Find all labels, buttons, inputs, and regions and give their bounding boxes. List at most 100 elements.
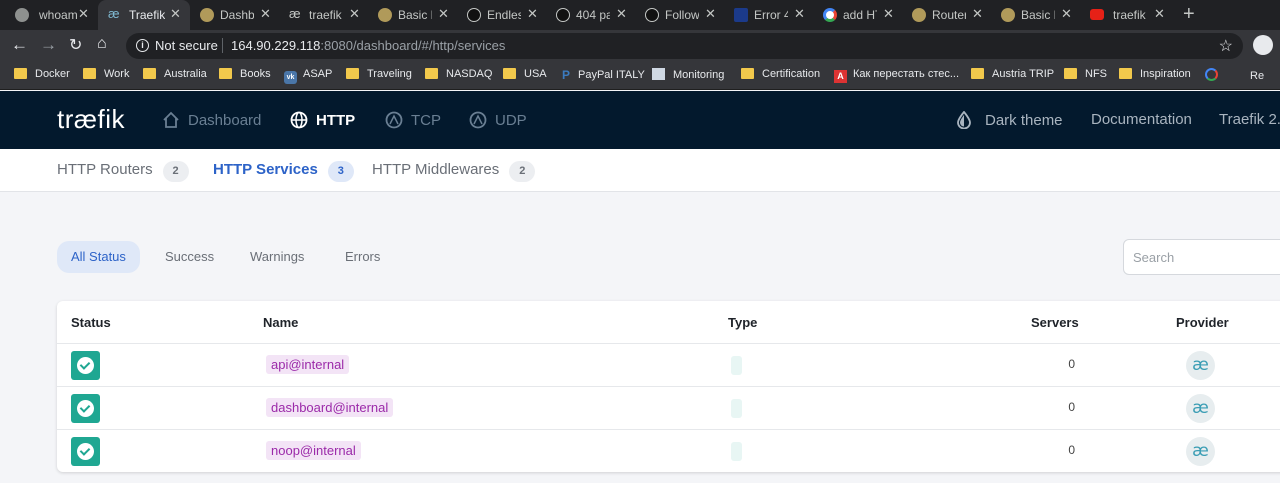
bookmark-item[interactable]: Books bbox=[219, 68, 271, 80]
reload-icon[interactable]: ↻ bbox=[69, 35, 82, 55]
tab-http-middlewares[interactable]: HTTP Middlewares 2 bbox=[372, 161, 536, 182]
tab-title: traefik bbox=[309, 8, 342, 22]
close-icon[interactable]: ✕ bbox=[438, 6, 449, 22]
bookmark-label: Books bbox=[240, 68, 271, 80]
tab-label: HTTP Routers bbox=[57, 161, 153, 178]
table-row[interactable]: noop@internal 0 æ bbox=[57, 429, 1280, 472]
bookmark-item[interactable]: NASDAQ bbox=[425, 68, 492, 80]
bookmark-item[interactable]: A Как перестать стес... bbox=[834, 68, 959, 83]
nav-label: HTTP bbox=[316, 112, 356, 129]
bookmark-item[interactable]: Certification bbox=[741, 68, 820, 80]
close-icon[interactable]: ✕ bbox=[616, 6, 627, 22]
browser-tab[interactable]: Basic E ✕ bbox=[368, 0, 457, 30]
dark-theme-toggle[interactable]: Dark theme bbox=[955, 111, 1063, 129]
bookmark-item[interactable]: vk ASAP bbox=[284, 68, 332, 84]
gopher-icon bbox=[378, 8, 392, 22]
browser-tab[interactable]: whoam ✕ bbox=[0, 0, 98, 30]
close-icon[interactable]: ✕ bbox=[1061, 6, 1072, 22]
new-tab-button[interactable]: + bbox=[1183, 3, 1195, 26]
header-name[interactable]: Name bbox=[263, 315, 298, 330]
close-icon[interactable]: ✕ bbox=[794, 6, 805, 22]
bookmark-item[interactable]: P PayPal ITALY bbox=[562, 68, 645, 82]
bookmark-item[interactable]: Inspiration bbox=[1119, 68, 1191, 80]
count-badge: 3 bbox=[327, 161, 354, 182]
browser-tab[interactable]: 404 pa ✕ bbox=[546, 0, 635, 30]
status-success-badge bbox=[71, 394, 100, 423]
close-icon[interactable]: ✕ bbox=[170, 6, 181, 22]
close-icon[interactable]: ✕ bbox=[1154, 6, 1165, 22]
browser-tab-active[interactable]: æ Traefik ✕ bbox=[98, 0, 190, 30]
search-input[interactable] bbox=[1123, 239, 1280, 275]
browser-tab[interactable]: add HT ✕ bbox=[813, 0, 902, 30]
header-provider[interactable]: Provider bbox=[1176, 315, 1229, 330]
traefik-provider-icon: æ bbox=[1186, 394, 1215, 423]
filter-all-status[interactable]: All Status bbox=[57, 241, 140, 273]
bookmark-label: NASDAQ bbox=[446, 68, 493, 80]
bookmark-item[interactable]: Austria TRIP bbox=[971, 68, 1054, 80]
browser-tab[interactable]: traefik ✕ bbox=[1080, 0, 1172, 30]
count-badge: 2 bbox=[509, 161, 536, 182]
folder-icon bbox=[83, 68, 96, 79]
nav-udp[interactable]: UDP bbox=[469, 111, 527, 129]
close-icon[interactable]: ✕ bbox=[527, 6, 538, 22]
documentation-link[interactable]: Documentation bbox=[1091, 111, 1192, 128]
site-favicon-icon bbox=[556, 8, 570, 22]
nav-http[interactable]: HTTP bbox=[290, 111, 355, 129]
back-arrow-icon[interactable]: ← bbox=[11, 35, 28, 55]
tab-http-services[interactable]: HTTP Services 3 bbox=[213, 161, 354, 182]
bookmark-item[interactable]: NFS bbox=[1064, 68, 1107, 80]
check-circle-icon bbox=[77, 400, 94, 417]
service-type-chip bbox=[731, 442, 742, 461]
table-row[interactable]: api@internal 0 æ bbox=[57, 343, 1280, 386]
nav-tcp[interactable]: TCP bbox=[385, 111, 441, 129]
bookmark-item[interactable]: Re bbox=[1205, 68, 1264, 82]
bookmark-item[interactable]: Australia bbox=[143, 68, 207, 80]
bookmark-item[interactable]: Docker bbox=[14, 68, 70, 80]
filter-errors[interactable]: Errors bbox=[331, 241, 394, 273]
status-success-badge bbox=[71, 437, 100, 466]
service-name: api@internal bbox=[266, 355, 350, 374]
header-type[interactable]: Type bbox=[728, 315, 757, 330]
info-icon[interactable]: i bbox=[136, 39, 149, 52]
browser-tab[interactable]: Error 4 ✕ bbox=[724, 0, 813, 30]
address-bar[interactable]: i Not secure 164.90.229.118:8080/dashboa… bbox=[126, 33, 1243, 59]
bookmark-item[interactable]: Traveling bbox=[346, 68, 412, 80]
nav-dashboard[interactable]: Dashboard bbox=[162, 111, 261, 129]
browser-tab[interactable]: æ traefik ✕ bbox=[279, 0, 368, 30]
browser-tab[interactable]: Follow ✕ bbox=[635, 0, 724, 30]
tab-label: HTTP Services bbox=[213, 161, 318, 178]
incognito-profile-icon[interactable] bbox=[1253, 35, 1273, 55]
close-icon[interactable]: ✕ bbox=[972, 6, 983, 22]
bookmarks-bar: Docker Work Australia Books vk ASAP Trave… bbox=[0, 62, 1280, 90]
browser-tab[interactable]: Endles ✕ bbox=[457, 0, 546, 30]
browser-tab[interactable]: Router ✕ bbox=[902, 0, 991, 30]
header-servers[interactable]: Servers bbox=[1031, 315, 1079, 330]
gopher-icon bbox=[912, 8, 926, 22]
server-count: 0 bbox=[1068, 400, 1075, 414]
folder-icon bbox=[143, 68, 156, 79]
bookmark-item[interactable]: USA bbox=[503, 68, 547, 80]
globe-icon bbox=[290, 111, 308, 129]
tab-http-routers[interactable]: HTTP Routers 2 bbox=[57, 161, 189, 182]
site-favicon-icon bbox=[467, 8, 481, 22]
folder-icon bbox=[503, 68, 516, 79]
table-row[interactable]: dashboard@internal 0 æ bbox=[57, 386, 1280, 429]
nav-label: UDP bbox=[495, 112, 527, 129]
close-icon[interactable]: ✕ bbox=[705, 6, 716, 22]
bookmark-item[interactable]: Monitoring bbox=[652, 68, 724, 81]
home-icon[interactable]: ⌂ bbox=[97, 35, 107, 53]
traefik-logo[interactable]: træfik bbox=[57, 104, 125, 135]
browser-tab[interactable]: Basic E ✕ bbox=[991, 0, 1080, 30]
filter-warnings[interactable]: Warnings bbox=[236, 241, 318, 273]
bookmark-item[interactable]: Work bbox=[83, 68, 129, 80]
header-status[interactable]: Status bbox=[71, 315, 111, 330]
browser-tab[interactable]: Dashb ✕ bbox=[190, 0, 279, 30]
close-icon[interactable]: ✕ bbox=[349, 6, 360, 22]
filter-success[interactable]: Success bbox=[151, 241, 228, 273]
bookmark-star-icon[interactable]: ☆ bbox=[1219, 36, 1233, 56]
google-icon bbox=[823, 8, 837, 22]
close-icon[interactable]: ✕ bbox=[883, 6, 894, 22]
forward-arrow-icon[interactable]: → bbox=[40, 35, 57, 55]
close-icon[interactable]: ✕ bbox=[260, 6, 271, 22]
close-icon[interactable]: ✕ bbox=[78, 6, 89, 22]
